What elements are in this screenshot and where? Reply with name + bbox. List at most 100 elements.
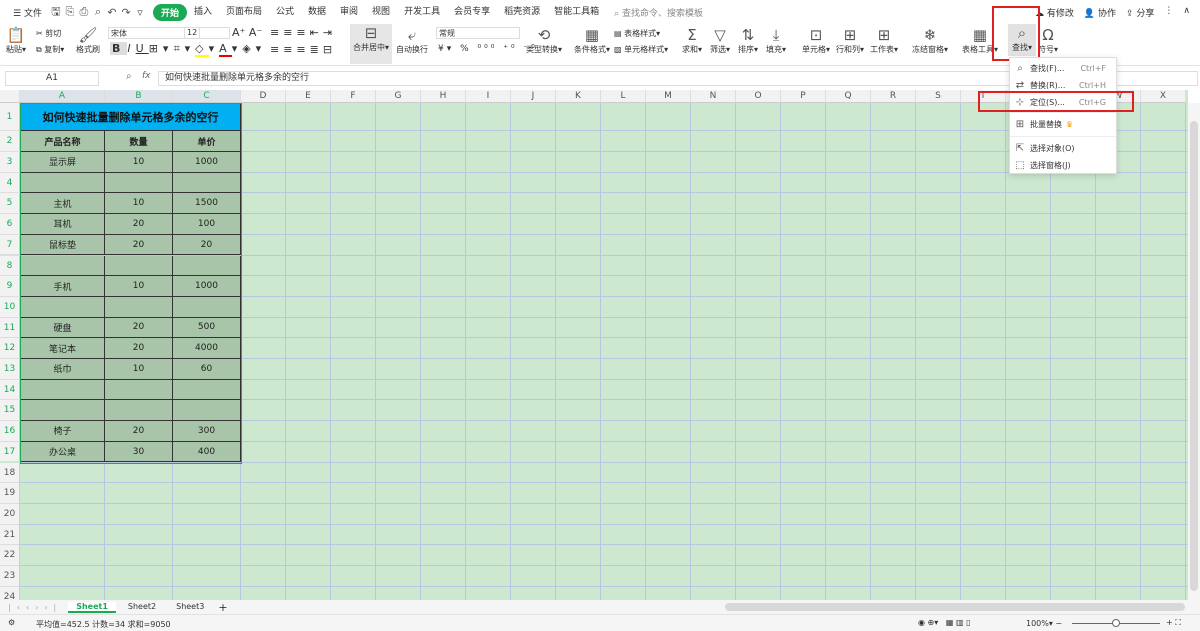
- fill-button[interactable]: ⤓ 填充▾: [766, 26, 786, 55]
- cell-button[interactable]: ⊡ 单元格▾: [802, 26, 830, 55]
- row-header[interactable]: 11: [0, 317, 20, 339]
- data-cell[interactable]: 显示屏: [20, 152, 105, 173]
- undo-icon[interactable]: ↶: [105, 6, 119, 19]
- collapse-ribbon-icon[interactable]: ∧: [1183, 6, 1190, 19]
- share-button[interactable]: ⇪ 分享: [1126, 6, 1154, 19]
- data-cell[interactable]: [105, 296, 173, 318]
- data-cell[interactable]: [173, 400, 241, 422]
- preview-icon[interactable]: ⌕: [91, 5, 105, 19]
- scrollbar-thumb[interactable]: [1190, 121, 1198, 591]
- font-style-group[interactable]: B IU⊞▾⌗▾◇▾A▾◈▾: [110, 42, 266, 57]
- column-header[interactable]: H: [421, 90, 466, 103]
- collab-button[interactable]: 👤 协作: [1084, 6, 1116, 19]
- data-cell[interactable]: [173, 172, 241, 194]
- data-cell[interactable]: 20: [105, 317, 173, 339]
- type-convert-button[interactable]: ⟲ 类型转换▾: [526, 26, 562, 55]
- row-header[interactable]: 12: [0, 338, 20, 359]
- has-changes-button[interactable]: ☁ 有修改: [1035, 6, 1074, 19]
- data-cell[interactable]: 10: [105, 276, 173, 297]
- row-header[interactable]: 9: [0, 276, 20, 297]
- column-header[interactable]: L: [601, 90, 646, 103]
- row-header[interactable]: 15: [0, 400, 20, 422]
- menu-tab[interactable]: 稻壳资源: [497, 4, 547, 21]
- column-header[interactable]: S: [916, 90, 961, 103]
- menu-file[interactable]: ☰ 文件: [6, 6, 49, 19]
- data-cell[interactable]: [20, 296, 105, 318]
- data-cell[interactable]: [20, 379, 105, 401]
- menu-tab[interactable]: 审阅: [333, 4, 365, 21]
- halign-group[interactable]: ≡≡≡≣⊟: [270, 43, 336, 56]
- row-header[interactable]: 6: [0, 214, 20, 235]
- table-title-cell[interactable]: 如何快速批量删除单元格多余的空行: [20, 103, 241, 131]
- data-cell[interactable]: [105, 400, 173, 422]
- column-header[interactable]: Q: [826, 90, 871, 103]
- row-header[interactable]: 23: [0, 566, 20, 587]
- align-group[interactable]: ≡≡≡⇤⇥: [270, 26, 336, 39]
- row-header[interactable]: 2: [0, 131, 20, 152]
- data-cell[interactable]: 20: [105, 214, 173, 235]
- view-mode-icons[interactable]: ◉ ⊕▾ ▦ ▥ ▯: [918, 618, 970, 627]
- column-header[interactable]: E: [286, 90, 331, 103]
- data-cell[interactable]: 20: [173, 234, 241, 256]
- menu-tab[interactable]: 数据: [301, 4, 333, 21]
- data-cell[interactable]: 笔记本: [20, 338, 105, 359]
- column-header[interactable]: I: [466, 90, 511, 103]
- data-cell[interactable]: [105, 379, 173, 401]
- column-header[interactable]: K: [556, 90, 601, 103]
- find-menu-item[interactable]: ⊞ 批量替换 ♛: [1010, 116, 1116, 133]
- macro-icon[interactable]: ⚙: [8, 618, 15, 627]
- header-cell[interactable]: 产品名称: [20, 131, 105, 152]
- data-cell[interactable]: 300: [173, 421, 241, 442]
- data-cell[interactable]: 主机: [20, 193, 105, 215]
- menu-tab[interactable]: 公式: [269, 4, 301, 21]
- sheet-tab[interactable]: Sheet2: [120, 602, 164, 613]
- data-cell[interactable]: [173, 296, 241, 318]
- add-sheet-icon[interactable]: +: [218, 601, 227, 614]
- symbol-button[interactable]: Ω 符号▾: [1038, 26, 1058, 55]
- format-painter-button[interactable]: 🖌 格式刷: [76, 26, 100, 55]
- column-header[interactable]: J: [511, 90, 556, 103]
- save-icon[interactable]: 🖫: [49, 3, 63, 22]
- row-header[interactable]: 20: [0, 503, 20, 525]
- cond-format-button[interactable]: ▦ 条件格式▾: [574, 26, 610, 55]
- sort-button[interactable]: ⇅ 排序▾: [738, 26, 758, 55]
- print-icon[interactable]: ⎙: [77, 5, 91, 19]
- data-cell[interactable]: 20: [105, 234, 173, 256]
- data-cell[interactable]: 1500: [173, 193, 241, 215]
- row-header[interactable]: 17: [0, 441, 20, 463]
- sheet-tab[interactable]: Sheet3: [168, 602, 212, 613]
- column-header[interactable]: M: [646, 90, 691, 103]
- row-header[interactable]: 5: [0, 193, 20, 215]
- zoom-in-icon[interactable]: + ⛶: [1166, 618, 1181, 628]
- find-menu-item[interactable]: ⬚ 选择窗格(J): [1010, 157, 1116, 174]
- data-cell[interactable]: 1000: [173, 276, 241, 297]
- column-header[interactable]: N: [691, 90, 736, 103]
- more-icon[interactable]: ▿: [133, 6, 147, 19]
- data-cell[interactable]: 20: [105, 421, 173, 442]
- find-menu-item[interactable]: ⌕ 查找(F)... Ctrl+F: [1010, 60, 1116, 77]
- fx-icon[interactable]: fx: [142, 71, 151, 81]
- row-header[interactable]: 10: [0, 296, 20, 318]
- filter-button[interactable]: ▽ 筛选▾: [710, 26, 730, 55]
- wrap-button[interactable]: ⤶ 自动换行: [396, 26, 428, 55]
- data-cell[interactable]: 硬盘: [20, 317, 105, 339]
- table-style-button[interactable]: ▤ 表格样式▾: [614, 28, 660, 39]
- data-cell[interactable]: [20, 400, 105, 422]
- cut-button[interactable]: ✂ 剪切: [36, 28, 61, 39]
- data-cell[interactable]: 1000: [173, 152, 241, 173]
- column-header[interactable]: A: [20, 90, 105, 103]
- menu-tab[interactable]: 智能工具箱: [547, 4, 606, 21]
- menu-tab[interactable]: 开始: [152, 3, 187, 21]
- font-size-select[interactable]: 12: [184, 27, 230, 39]
- data-cell[interactable]: 4000: [173, 338, 241, 359]
- data-cell[interactable]: 100: [173, 214, 241, 235]
- sheet-button[interactable]: ⊞ 工作表▾: [870, 26, 898, 55]
- menu-tab[interactable]: 开发工具: [397, 4, 447, 21]
- data-cell[interactable]: [105, 172, 173, 194]
- header-cell[interactable]: 数量: [105, 131, 173, 152]
- menu-tab[interactable]: 插入: [187, 4, 219, 21]
- row-header[interactable]: 8: [0, 255, 20, 277]
- copy-button[interactable]: ⧉ 复制▾: [36, 44, 64, 55]
- row-header[interactable]: 1: [0, 103, 20, 131]
- search-command[interactable]: ⌕ 查找命令、搜索模板: [614, 6, 703, 19]
